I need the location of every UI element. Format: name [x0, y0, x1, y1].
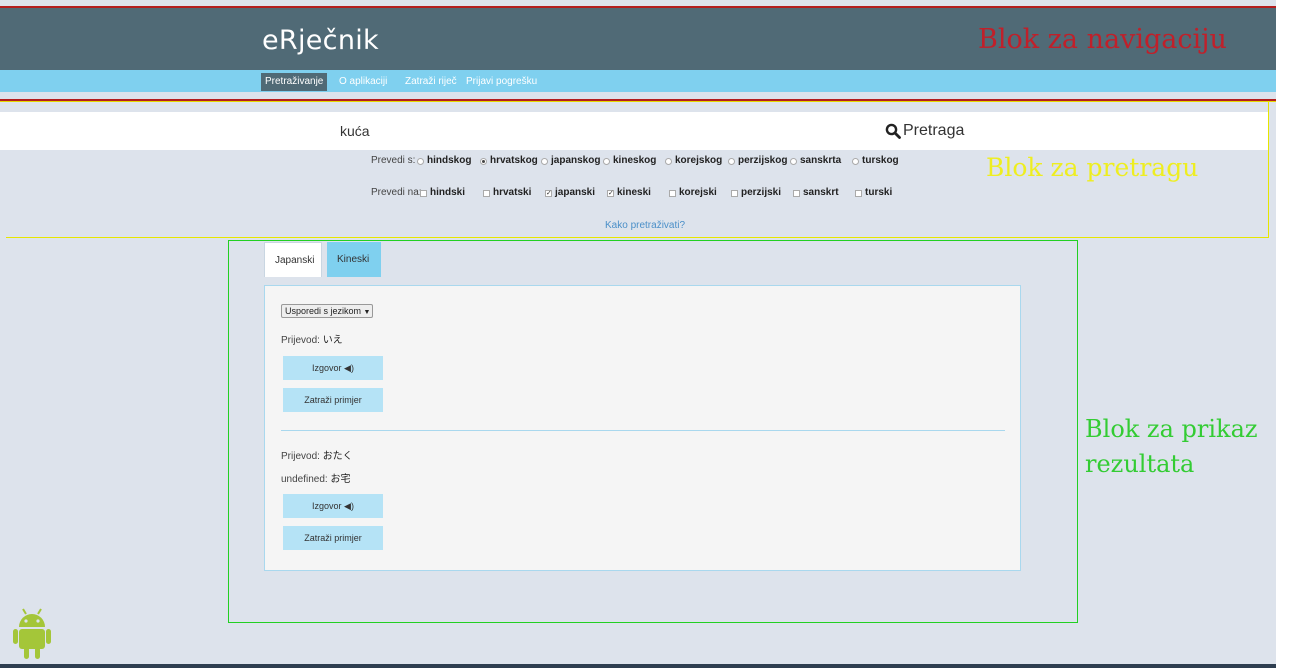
app-title[interactable]: eRječnik	[262, 25, 379, 56]
checkbox-to-hindi[interactable]: hindski	[420, 186, 465, 200]
magnifier-icon	[885, 123, 901, 139]
annotation-results-label: Blok za prikaz rezultata	[1085, 415, 1258, 478]
triangle-down-icon: ▼	[363, 309, 371, 316]
checkbox-to-chinese[interactable]: ✓ kineski	[607, 186, 651, 200]
compare-language-select[interactable]: Usporedi s jezikom ▼	[281, 304, 373, 318]
radio-from-chinese[interactable]: kineskog	[603, 154, 656, 168]
radio-from-persian[interactable]: perzijskog	[728, 154, 787, 168]
tab-japanese[interactable]: Japanski	[264, 242, 322, 277]
radio-from-japanese[interactable]: japanskog	[541, 154, 600, 168]
radio-from-turkish[interactable]: turskog	[852, 154, 899, 168]
entry-2-pronounce-button[interactable]: Izgovor ◀)	[283, 494, 383, 518]
speaker-icon: ◀)	[344, 501, 354, 511]
android-icon[interactable]	[13, 607, 51, 659]
annotation-yellow-line-top	[0, 101, 1276, 102]
search-input[interactable]	[340, 118, 860, 144]
entry-2-example-button[interactable]: Zatraži primjer	[283, 526, 383, 550]
annotation-navigation-label: Blok za navigaciju	[978, 24, 1227, 55]
checkbox-to-korean[interactable]: korejski	[669, 186, 717, 200]
checkbox-to-persian[interactable]: perzijski	[731, 186, 781, 200]
entry-2-translation: Prijevod: おたく	[281, 451, 353, 462]
checkbox-to-sanskrit[interactable]: sanskrt	[793, 186, 839, 200]
nav-item-report-error[interactable]: Prijavi pogrešku	[466, 73, 537, 91]
nav-item-about[interactable]: O aplikaciji	[339, 73, 387, 91]
search-button-label: Pretraga	[903, 122, 965, 139]
search-button[interactable]: Pretraga	[885, 119, 964, 143]
nav-bar	[0, 70, 1276, 92]
nav-item-request-word[interactable]: Zatraži riječ	[405, 73, 457, 91]
footer-line	[0, 664, 1276, 668]
translate-to-label: Prevedi na:	[371, 187, 422, 198]
help-link[interactable]: Kako pretraživati?	[605, 220, 685, 231]
entry-2-extra: undefined: お宅	[281, 474, 351, 485]
entry-1-example-button[interactable]: Zatraži primjer	[283, 388, 383, 412]
checkbox-to-turkish[interactable]: turski	[855, 186, 892, 200]
translate-to-row: Prevedi na: hindski hrvatski ✓ japanski ✓…	[0, 186, 1289, 200]
right-margin	[1276, 0, 1289, 668]
entry-1-pronounce-button[interactable]: Izgovor ◀)	[283, 356, 383, 380]
speaker-icon: ◀)	[344, 363, 354, 373]
radio-from-korean[interactable]: korejskog	[665, 154, 722, 168]
checkbox-to-japanese[interactable]: ✓ japanski	[545, 186, 595, 200]
entry-1-translation: Prijevod: いえ	[281, 335, 343, 346]
translate-from-label: Prevedi s:	[371, 155, 416, 166]
entries-divider	[281, 430, 1005, 431]
nav-item-search[interactable]: Pretraživanje	[261, 73, 328, 91]
checkbox-to-croatian[interactable]: hrvatski	[483, 186, 531, 200]
radio-from-hindi[interactable]: hindskog	[417, 154, 471, 168]
radio-from-sanskrit[interactable]: sanskrta	[790, 154, 841, 168]
tab-chinese[interactable]: Kineski	[327, 242, 381, 277]
radio-from-croatian[interactable]: hrvatskog	[480, 154, 538, 168]
translate-from-row: Prevedi s: hindskog hrvatskog japanskog …	[0, 154, 1289, 168]
